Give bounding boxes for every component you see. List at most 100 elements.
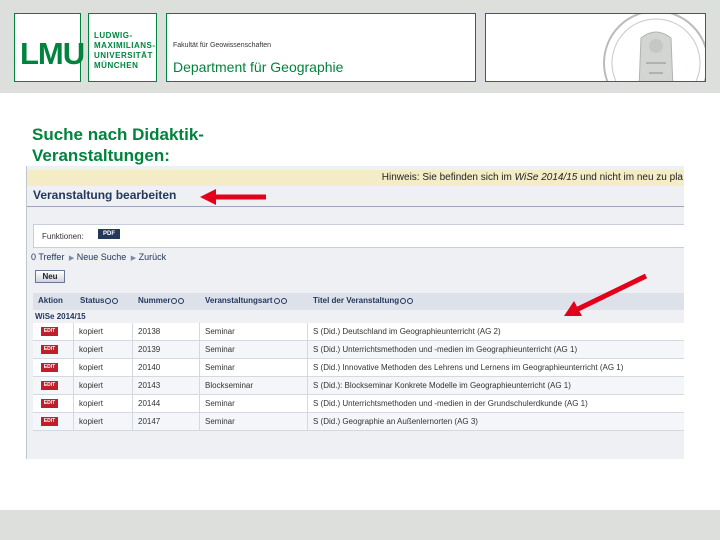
status-cell: kopiert bbox=[79, 345, 104, 354]
edit-button[interactable]: EDIT bbox=[41, 399, 58, 408]
title-cell[interactable]: S (Did.) Deutschland im Geographieunterr… bbox=[313, 327, 501, 336]
column-divider bbox=[199, 377, 200, 395]
back-link[interactable]: Zurück bbox=[139, 252, 167, 262]
column-header-label: Aktion bbox=[38, 296, 63, 305]
table-row: EDIT kopiert 20144 Seminar S (Did.) Unte… bbox=[33, 395, 684, 413]
arrow-right-icon: ▶ bbox=[66, 255, 75, 262]
functions-bar: Funktionen: PDF bbox=[33, 224, 684, 248]
edit-button[interactable]: EDIT bbox=[41, 363, 58, 372]
column-divider bbox=[132, 377, 133, 395]
column-divider bbox=[73, 377, 74, 395]
faculty-name: Fakultät für Geowissenschaften bbox=[173, 42, 272, 49]
column-divider bbox=[307, 359, 308, 377]
column-divider bbox=[132, 359, 133, 377]
type-cell: Seminar bbox=[205, 363, 235, 372]
title-divider bbox=[27, 206, 684, 207]
edit-button[interactable]: EDIT bbox=[41, 417, 58, 426]
slide-title: Suche nach Didaktik- Veranstaltungen: bbox=[32, 124, 332, 166]
edit-button[interactable]: EDIT bbox=[41, 327, 58, 336]
university-line: MAXIMILIANS- bbox=[94, 41, 156, 50]
pdf-button[interactable]: PDF bbox=[98, 229, 120, 239]
column-divider bbox=[132, 341, 133, 359]
column-divider bbox=[199, 413, 200, 431]
hint-prefix: Hinweis: Sie befinden sich im bbox=[381, 172, 515, 183]
sort-up-icon[interactable] bbox=[105, 297, 112, 304]
column-header-titel[interactable]: Titel der Veranstaltung bbox=[313, 296, 414, 305]
arrow-right-icon: ▶ bbox=[128, 255, 137, 262]
number-cell: 20147 bbox=[138, 417, 161, 426]
university-name-box: LUDWIG- MAXIMILIANS- UNIVERSITÄT MÜNCHEN bbox=[88, 13, 157, 82]
hint-suffix: und nicht im neu zu pla bbox=[577, 172, 683, 183]
sort-down-icon[interactable] bbox=[112, 297, 119, 304]
column-header-nummer[interactable]: Nummer bbox=[138, 296, 185, 305]
table-header: Aktion Status Nummer Veranstaltungsart T… bbox=[33, 293, 684, 310]
university-line: UNIVERSITÄT bbox=[94, 51, 153, 60]
number-cell: 20143 bbox=[138, 381, 161, 390]
slide-title-line: Veranstaltungen: bbox=[32, 146, 170, 165]
column-divider bbox=[199, 395, 200, 413]
column-divider bbox=[132, 395, 133, 413]
status-cell: kopiert bbox=[79, 417, 104, 426]
table-row: EDIT kopiert 20143 Blockseminar S (Did.)… bbox=[33, 377, 684, 395]
table-row: EDIT kopiert 20139 Seminar S (Did.) Unte… bbox=[33, 341, 684, 359]
functions-label: Funktionen: bbox=[42, 232, 84, 241]
column-divider bbox=[73, 413, 74, 431]
type-cell: Seminar bbox=[205, 399, 235, 408]
column-header-label: Titel der Veranstaltung bbox=[313, 296, 400, 305]
status-cell: kopiert bbox=[79, 327, 104, 336]
hit-count: 0 Treffer bbox=[31, 252, 65, 262]
sort-down-icon[interactable] bbox=[280, 297, 287, 304]
title-cell[interactable]: S (Did.) Unterrichtsmethoden und -medien… bbox=[313, 399, 588, 408]
new-button[interactable]: Neu bbox=[35, 270, 65, 283]
title-cell[interactable]: S (Did.): Blockseminar Konkrete Modelle … bbox=[313, 381, 571, 390]
department-box: Fakultät für Geowissenschaften Departmen… bbox=[166, 13, 476, 82]
column-divider bbox=[199, 323, 200, 341]
column-header-label: Veranstaltungsart bbox=[205, 296, 273, 305]
sort-up-icon[interactable] bbox=[273, 297, 280, 304]
column-divider bbox=[307, 377, 308, 395]
sort-down-icon[interactable] bbox=[407, 297, 414, 304]
column-divider bbox=[199, 359, 200, 377]
column-divider bbox=[199, 341, 200, 359]
table-row: EDIT kopiert 20147 Seminar S (Did.) Geog… bbox=[33, 413, 684, 431]
title-cell[interactable]: S (Did.) Innovative Methoden des Lehrens… bbox=[313, 363, 623, 372]
page-title: Veranstaltung bearbeiten bbox=[33, 188, 177, 202]
sort-down-icon[interactable] bbox=[178, 297, 185, 304]
table-row: EDIT kopiert 20140 Seminar S (Did.) Inno… bbox=[33, 359, 684, 377]
column-header-label: Status bbox=[80, 296, 105, 305]
type-cell: Blockseminar bbox=[205, 381, 254, 390]
column-header-status[interactable]: Status bbox=[80, 296, 119, 305]
footer-bar bbox=[0, 510, 720, 540]
column-header-aktion: Aktion bbox=[38, 296, 63, 305]
department-name: Department für Geographie bbox=[173, 59, 344, 75]
title-cell[interactable]: S (Did.) Unterrichtsmethoden und -medien… bbox=[313, 345, 577, 354]
sort-up-icon[interactable] bbox=[400, 297, 407, 304]
status-cell: kopiert bbox=[79, 363, 104, 372]
type-cell: Seminar bbox=[205, 327, 235, 336]
sort-up-icon[interactable] bbox=[171, 297, 178, 304]
lmu-logo: LMU bbox=[20, 36, 85, 71]
column-divider bbox=[73, 395, 74, 413]
number-cell: 20140 bbox=[138, 363, 161, 372]
university-line: LUDWIG- bbox=[94, 31, 133, 40]
column-divider bbox=[307, 413, 308, 431]
title-cell[interactable]: S (Did.) Geographie an Außenlernorten (A… bbox=[313, 417, 478, 426]
seal-box bbox=[485, 13, 706, 82]
edit-button[interactable]: EDIT bbox=[41, 345, 58, 354]
column-divider bbox=[132, 413, 133, 431]
course-table: EDIT kopiert 20138 Seminar S (Did.) Deut… bbox=[33, 323, 684, 431]
lmu-logo-box: LMU bbox=[14, 13, 85, 82]
type-cell: Seminar bbox=[205, 417, 235, 426]
new-search-link[interactable]: Neue Suche bbox=[77, 252, 127, 262]
university-seal-icon bbox=[603, 14, 705, 81]
number-cell: 20138 bbox=[138, 327, 161, 336]
column-divider bbox=[73, 323, 74, 341]
number-cell: 20139 bbox=[138, 345, 161, 354]
slide-title-line: Suche nach Didaktik- bbox=[32, 125, 204, 144]
status-cell: kopiert bbox=[79, 399, 104, 408]
edit-button[interactable]: EDIT bbox=[41, 381, 58, 390]
column-divider bbox=[307, 323, 308, 341]
column-header-veranstaltungsart[interactable]: Veranstaltungsart bbox=[205, 296, 287, 305]
status-cell: kopiert bbox=[79, 381, 104, 390]
header-bar: LMU LUDWIG- MAXIMILIANS- UNIVERSITÄT MÜN… bbox=[0, 0, 720, 93]
